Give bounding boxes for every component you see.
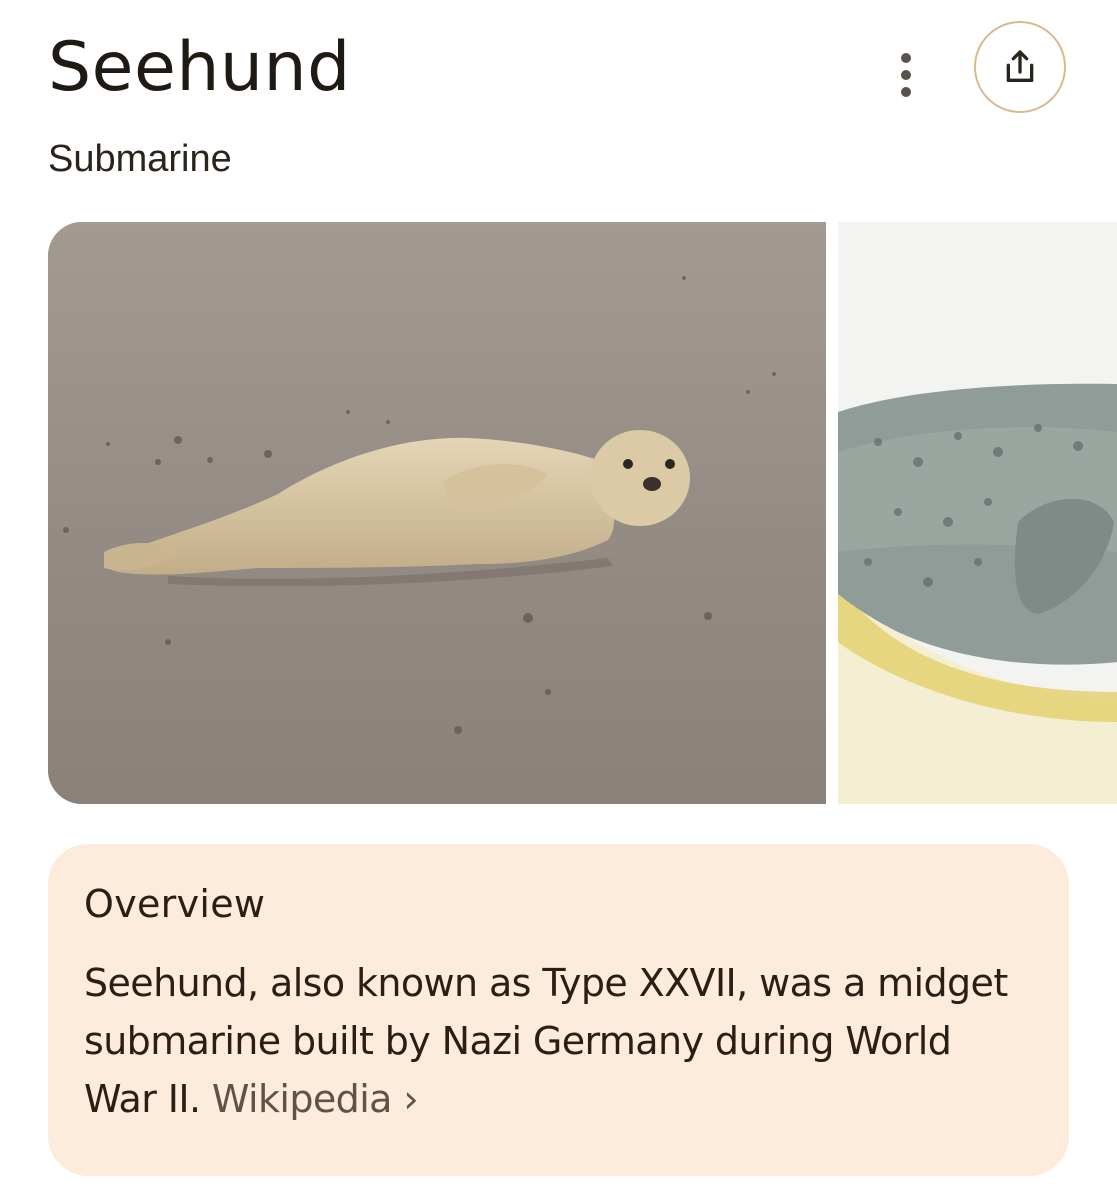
overview-title: Overview bbox=[84, 882, 266, 926]
seal-photo-graphic bbox=[48, 222, 826, 804]
more-vert-icon bbox=[901, 53, 911, 63]
share-icon bbox=[1006, 50, 1034, 83]
share-button[interactable] bbox=[974, 21, 1066, 113]
wikipedia-link-label: Wikipedia bbox=[211, 1077, 393, 1121]
overview-text: Seehund, also known as Type XXVII, was a… bbox=[84, 954, 1033, 1128]
seal-photo[interactable] bbox=[48, 222, 826, 804]
more-options-button[interactable] bbox=[884, 50, 928, 100]
wikipedia-link[interactable]: Wikipedia › bbox=[211, 1077, 419, 1121]
page-title: Seehund bbox=[48, 28, 351, 107]
image-gallery[interactable] bbox=[48, 222, 1117, 804]
overview-card: Overview Seehund, also known as Type XXV… bbox=[48, 844, 1069, 1176]
more-vert-icon-dot bbox=[901, 70, 911, 80]
seal-illustration[interactable] bbox=[838, 222, 1117, 804]
seal-illustration-graphic bbox=[838, 222, 1117, 804]
page-subtitle: Submarine bbox=[48, 138, 232, 180]
more-vert-icon-dot bbox=[901, 87, 911, 97]
chevron-right-icon: › bbox=[403, 1077, 418, 1121]
